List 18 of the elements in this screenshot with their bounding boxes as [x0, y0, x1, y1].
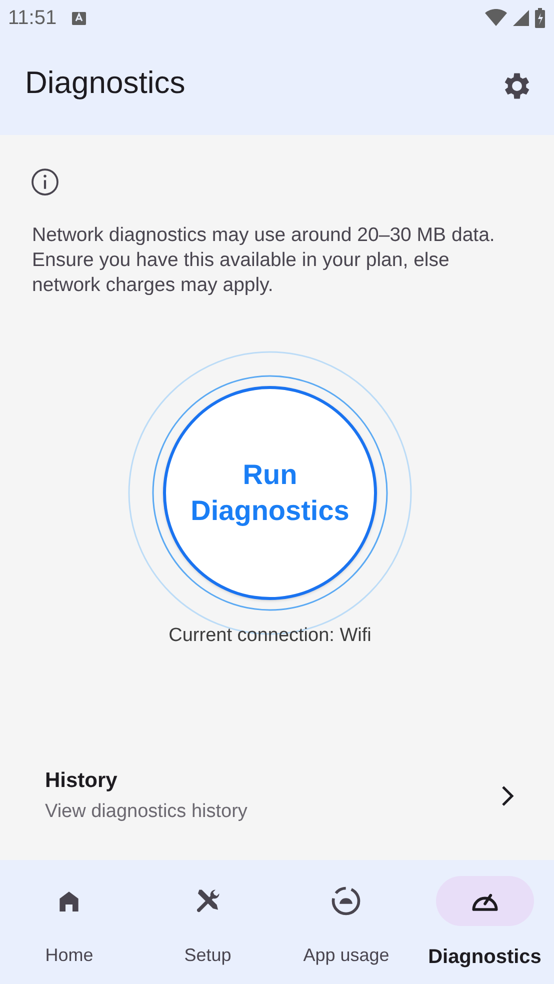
history-title: History — [45, 768, 118, 794]
nav-tab[interactable]: Home — [0, 876, 138, 984]
info-icon — [30, 167, 60, 197]
keyboard-icon — [70, 10, 87, 26]
data-usage-notice: Network diagnostics may use around 20–30 MB data. Ensure you have this available in your plan, else network charges may apply. — [32, 223, 496, 298]
app-bar-title: Diagnostics — [25, 64, 186, 102]
nav-tab[interactable]: Setup — [138, 876, 277, 984]
history-row[interactable]: History View diagnostics history — [6, 756, 554, 834]
connection-status: Current connection: Wifi — [168, 624, 372, 648]
chevron-right-icon — [500, 784, 514, 806]
run-diagnostics-button[interactable]: Run Diagnostics — [163, 386, 377, 600]
history-subtitle: View diagnostics history — [45, 800, 248, 824]
signal-icon — [512, 9, 530, 27]
nav-tab[interactable]: Diagnostics — [416, 876, 554, 984]
wifi-icon — [484, 9, 508, 27]
status-time: 11:51 — [8, 6, 57, 31]
nav-tab[interactable]: App usage — [277, 876, 416, 984]
battery-icon — [534, 7, 546, 29]
